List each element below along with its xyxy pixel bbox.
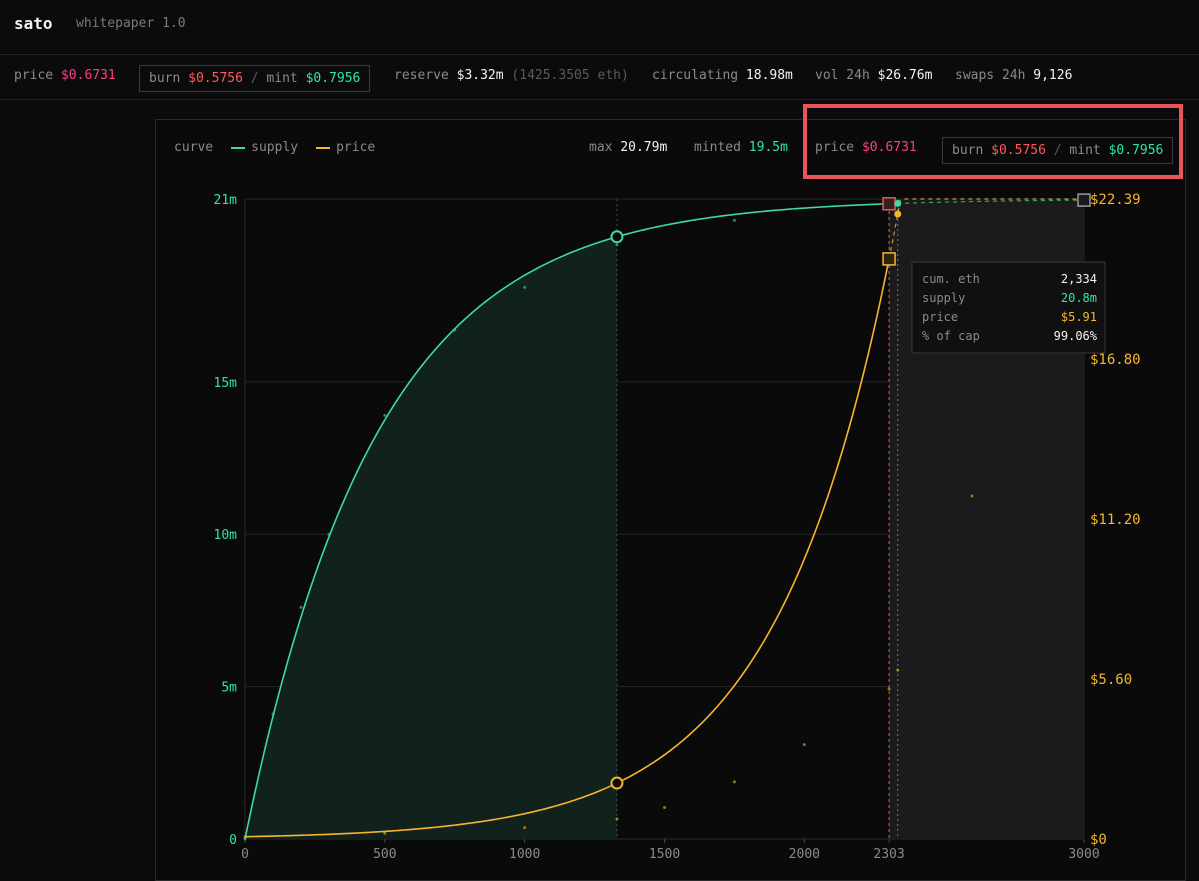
minted-value: 19.5m — [748, 140, 788, 155]
whitepaper-link[interactable]: whitepaper 1.0 — [76, 16, 186, 31]
top-bar: sato whitepaper 1.0 — [0, 0, 1199, 55]
burn-label: burn — [149, 71, 181, 86]
minted-label: minted — [694, 140, 741, 155]
mint-label: mint — [266, 71, 298, 86]
stat-circ-value: 18.98m — [745, 68, 793, 83]
chart-legend: curve supply price — [174, 140, 375, 155]
separator: / — [250, 71, 259, 86]
legend-supply: supply — [251, 140, 299, 155]
stats-bar: price $0.6731 burn $0.5756 / mint $0.795… — [0, 55, 1199, 100]
stat-vol-value: $26.76m — [877, 68, 933, 83]
mint-value: $0.7956 — [305, 71, 361, 86]
stat-volume: vol 24h $26.76m — [815, 68, 932, 83]
max-label: max — [589, 140, 613, 155]
max-value: 20.79m — [620, 140, 668, 155]
stat-reserve-eth: (1425.3505 eth) — [511, 68, 629, 83]
burn-mint-box: burn $0.5756 / mint $0.7956 — [139, 65, 371, 92]
price-swatch — [316, 146, 331, 149]
stat-price-label: price — [14, 68, 54, 83]
supply-swatch — [231, 146, 246, 149]
curve-label: curve — [174, 140, 214, 155]
stat-price: price $0.6731 — [14, 68, 116, 83]
stat-price-value: $0.6731 — [60, 68, 116, 83]
highlight-annotation — [803, 104, 1183, 179]
stat-swaps: swaps 24h 9,126 — [955, 68, 1072, 83]
curve-panel — [155, 119, 1186, 881]
stat-circ-label: circulating — [652, 68, 739, 83]
legend-price: price — [336, 140, 376, 155]
stat-circulating: circulating 18.98m — [652, 68, 793, 83]
max-stat: max 20.79m — [589, 140, 667, 155]
burn-value: $0.5756 — [188, 71, 243, 86]
stat-reserve-value: $3.32m — [456, 68, 504, 83]
stat-swaps-label: swaps 24h — [955, 68, 1026, 83]
minted-stat: minted 19.5m — [694, 140, 788, 155]
stat-swaps-value: 9,126 — [1033, 68, 1073, 83]
stat-reserve-label: reserve — [394, 68, 449, 83]
stat-vol-label: vol 24h — [815, 68, 870, 83]
brand-logo[interactable]: sato — [14, 14, 53, 33]
stat-reserve: reserve $3.32m (1425.3505 eth) — [394, 68, 629, 83]
